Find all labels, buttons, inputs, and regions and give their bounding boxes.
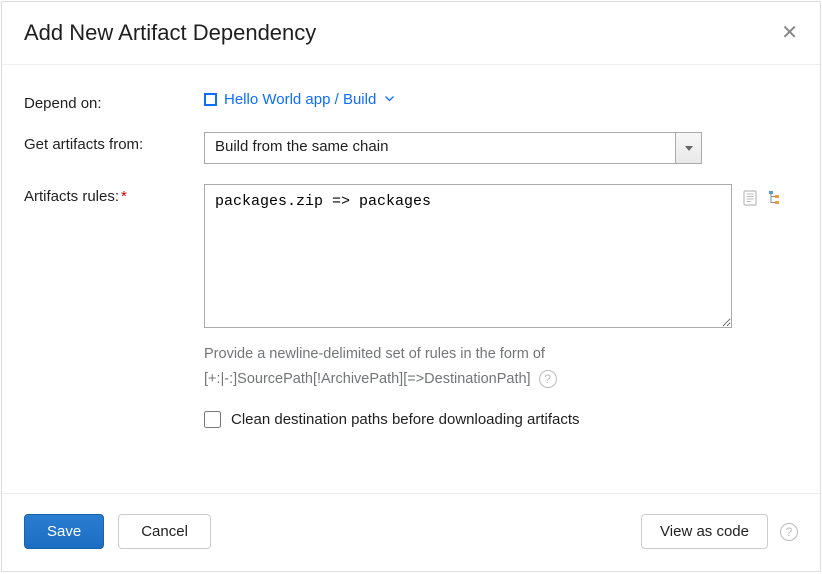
cancel-button[interactable]: Cancel: [118, 514, 211, 549]
footer-left: Save Cancel: [24, 514, 211, 549]
select-display: Build from the same chain: [204, 132, 676, 164]
get-artifacts-from-select[interactable]: Build from the same chain: [204, 132, 702, 164]
get-artifacts-from-label: Get artifacts from:: [24, 132, 204, 153]
dialog-footer: Save Cancel View as code ?: [2, 493, 820, 571]
artifact-dependency-dialog: Add New Artifact Dependency ✕ Depend on:…: [1, 1, 821, 572]
depend-on-link[interactable]: Hello World app / Build: [204, 91, 394, 108]
hint-line2: [+:|-:]SourcePath[!ArchivePath][=>Destin…: [204, 367, 798, 392]
textarea-icons: [742, 184, 784, 206]
chevron-down-icon: [385, 94, 394, 105]
depend-on-value: Hello World app / Build: [204, 91, 798, 109]
help-icon[interactable]: ?: [780, 523, 798, 541]
get-artifacts-from-value: Build from the same chain: [204, 132, 702, 164]
footer-right: View as code ?: [641, 514, 798, 549]
project-icon: [204, 93, 217, 106]
dropdown-arrow-icon[interactable]: [676, 132, 702, 164]
dialog-title: Add New Artifact Dependency: [24, 20, 316, 46]
save-button[interactable]: Save: [24, 514, 104, 549]
depend-on-link-text: Hello World app / Build: [224, 91, 376, 108]
clean-dest-checkbox[interactable]: [204, 411, 221, 428]
dialog-header: Add New Artifact Dependency ✕: [2, 2, 820, 65]
hint-line1: Provide a newline-delimited set of rules…: [204, 342, 798, 367]
document-icon[interactable]: [742, 190, 758, 206]
artifacts-rules-row: Artifacts rules:*: [24, 184, 798, 328]
help-icon[interactable]: ?: [539, 370, 557, 388]
tree-icon[interactable]: [768, 190, 784, 206]
depend-on-row: Depend on: Hello World app / Build: [24, 91, 798, 112]
dialog-body: Depend on: Hello World app / Build Get a…: [2, 65, 820, 493]
close-icon[interactable]: ✕: [781, 23, 798, 43]
clean-dest-label[interactable]: Clean destination paths before downloadi…: [231, 411, 580, 428]
view-as-code-button[interactable]: View as code: [641, 514, 768, 549]
artifacts-rules-hint: Provide a newline-delimited set of rules…: [204, 342, 798, 391]
artifacts-rules-label: Artifacts rules:*: [24, 184, 204, 205]
clean-dest-row: Clean destination paths before downloadi…: [204, 411, 798, 428]
artifacts-rules-input[interactable]: [204, 184, 732, 328]
artifacts-rules-value: [204, 184, 784, 328]
depend-on-label: Depend on:: [24, 91, 204, 112]
get-artifacts-from-row: Get artifacts from: Build from the same …: [24, 132, 798, 164]
